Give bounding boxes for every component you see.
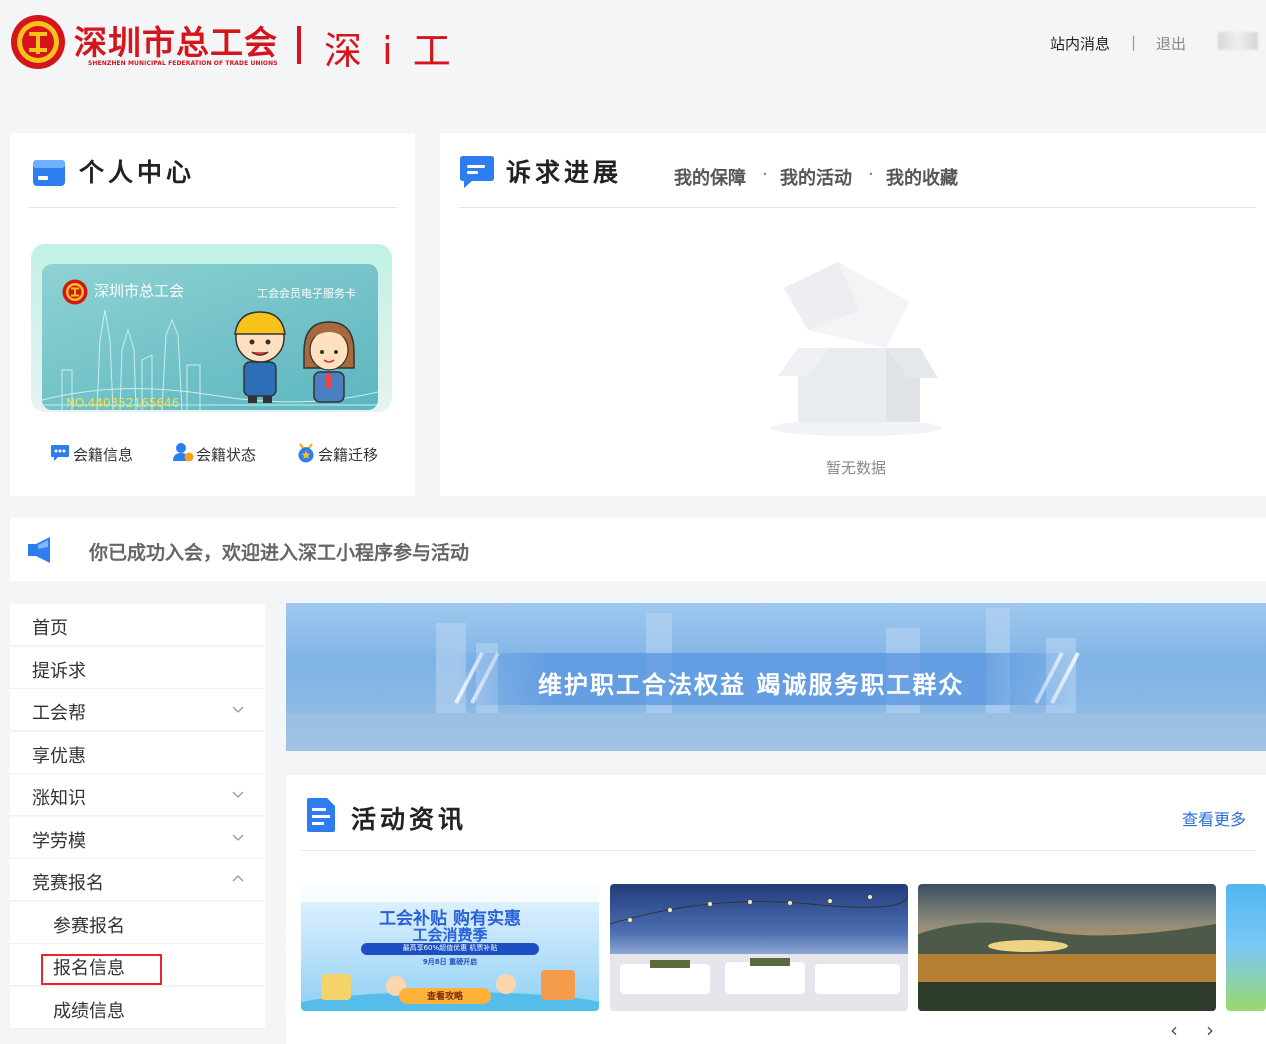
- sidebar-item-label: 学劳模: [32, 831, 86, 852]
- logout-link[interactable]: 退出: [1156, 33, 1186, 54]
- sidebar-item-label: 竞赛报名: [32, 873, 104, 894]
- tab-my-activities[interactable]: 我的活动: [780, 164, 852, 190]
- tab-separator: ·: [762, 164, 768, 185]
- membership-status-button[interactable]: 会籍状态: [196, 444, 256, 465]
- personal-center-title: 个人中心: [79, 158, 196, 187]
- worker-cartoon-graphic: [234, 311, 286, 403]
- card-org-name: 深圳市总工会: [94, 282, 185, 300]
- sidebar-item-label: 享优惠: [32, 746, 86, 767]
- tab-my-favorites[interactable]: 我的收藏: [886, 164, 958, 190]
- thumb-tag-text: 最高享60%超值优惠 机票补贴: [402, 944, 498, 952]
- empty-box-icon: [770, 262, 942, 436]
- news-thumbnail[interactable]: [1226, 884, 1266, 1011]
- thumb-guide-button: 查看攻略: [426, 992, 463, 1002]
- sidebar-item-home[interactable]: 首页: [10, 604, 265, 646]
- news-thumbnail[interactable]: 工会补贴 购有实惠 工会消费季 最高享60%超值优惠 机票补贴 9月8日 重磅开…: [301, 884, 599, 1011]
- sidebar-item-label: 成绩信息: [53, 1001, 125, 1022]
- appeals-title: 诉求进展: [506, 158, 623, 187]
- banner-slogan: 维护职工合法权益 竭诚服务职工群众: [538, 671, 965, 699]
- divider: [28, 207, 398, 208]
- sidebar-subitem-results[interactable]: 成绩信息: [10, 987, 265, 1029]
- messages-link[interactable]: 站内消息: [1050, 33, 1110, 54]
- message-bubble-icon: [460, 156, 494, 188]
- user-status-icon: [173, 443, 194, 462]
- speaker-icon: [28, 537, 50, 563]
- highlight-box: [41, 954, 162, 985]
- membership-info-button[interactable]: 会籍信息: [73, 444, 133, 465]
- thumb-photo: [918, 922, 1216, 1011]
- thumb-topbar: [301, 884, 599, 902]
- membership-transfer-button[interactable]: 会籍迁移: [318, 444, 378, 465]
- sidebar-item-union-help[interactable]: 工会帮: [10, 689, 265, 731]
- news-thumbnail[interactable]: [610, 884, 908, 1011]
- chevron-down-icon: [232, 834, 244, 841]
- view-more-link[interactable]: 查看更多: [1182, 806, 1246, 830]
- notice-text: 你已成功入会，欢迎进入深工小程序参与活动: [89, 542, 470, 564]
- card-number: NO.440352165646: [66, 396, 180, 410]
- sidebar-item-knowledge[interactable]: 涨知识: [10, 774, 265, 816]
- tab-my-protection[interactable]: 我的保障: [674, 164, 746, 190]
- divider: [301, 850, 1256, 851]
- org-name: 深圳市总工会: [74, 23, 278, 62]
- carousel-next-button[interactable]: ›: [1206, 1018, 1214, 1042]
- divider: [458, 207, 1256, 208]
- chevron-down-icon: [232, 706, 244, 713]
- girl-cartoon-graphic: [303, 321, 355, 403]
- chat-dots-icon: [51, 445, 69, 461]
- chevron-down-icon: [232, 791, 244, 798]
- hero-banner[interactable]: 维护职工合法权益 竭诚服务职工群众: [286, 603, 1266, 751]
- sidebar-subitem-register[interactable]: 参赛报名: [10, 902, 265, 944]
- avatar[interactable]: [1218, 32, 1258, 50]
- chevron-up-icon: [232, 875, 244, 882]
- org-name-en: SHENZHEN MUNICIPAL FEDERATION OF TRADE U…: [88, 60, 278, 67]
- card-type: 工会会员电子服务卡: [257, 287, 356, 300]
- wallet-card-icon: [33, 160, 65, 186]
- app-name: 深 i 工: [324, 29, 455, 73]
- sidebar-item-appeal[interactable]: 提诉求: [10, 647, 265, 689]
- sidebar-item-label: 参赛报名: [53, 916, 125, 937]
- carousel-prev-button[interactable]: ‹: [1170, 1018, 1178, 1042]
- star-badge-icon: [298, 443, 314, 463]
- document-icon: [307, 798, 335, 832]
- thumb-photo: [610, 893, 908, 1011]
- sidebar-item-label: 首页: [32, 618, 68, 639]
- sidebar-item-label: 涨知识: [32, 788, 86, 809]
- tab-separator: ·: [868, 164, 874, 185]
- thumb-subheadline: 工会消费季: [412, 926, 488, 944]
- news-title: 活动资讯: [351, 805, 468, 834]
- sidebar-item-competition[interactable]: 竞赛报名: [10, 859, 265, 901]
- sidebar-item-label: 工会帮: [32, 703, 86, 724]
- news-thumbnail[interactable]: [918, 884, 1216, 1011]
- empty-state-text: 暂无数据: [826, 459, 887, 477]
- sidebar-item-model-workers[interactable]: 学劳模: [10, 817, 265, 859]
- union-emblem-icon: [11, 15, 65, 69]
- site-header: 深圳市总工会 SHENZHEN MUNICIPAL FEDERATION OF …: [0, 0, 1266, 90]
- header-separator: |: [1131, 33, 1137, 51]
- sidebar-item-discounts[interactable]: 享优惠: [10, 732, 265, 774]
- logo-divider: [297, 26, 301, 64]
- union-emblem-icon: [62, 279, 88, 305]
- sidebar-item-label: 提诉求: [32, 661, 86, 682]
